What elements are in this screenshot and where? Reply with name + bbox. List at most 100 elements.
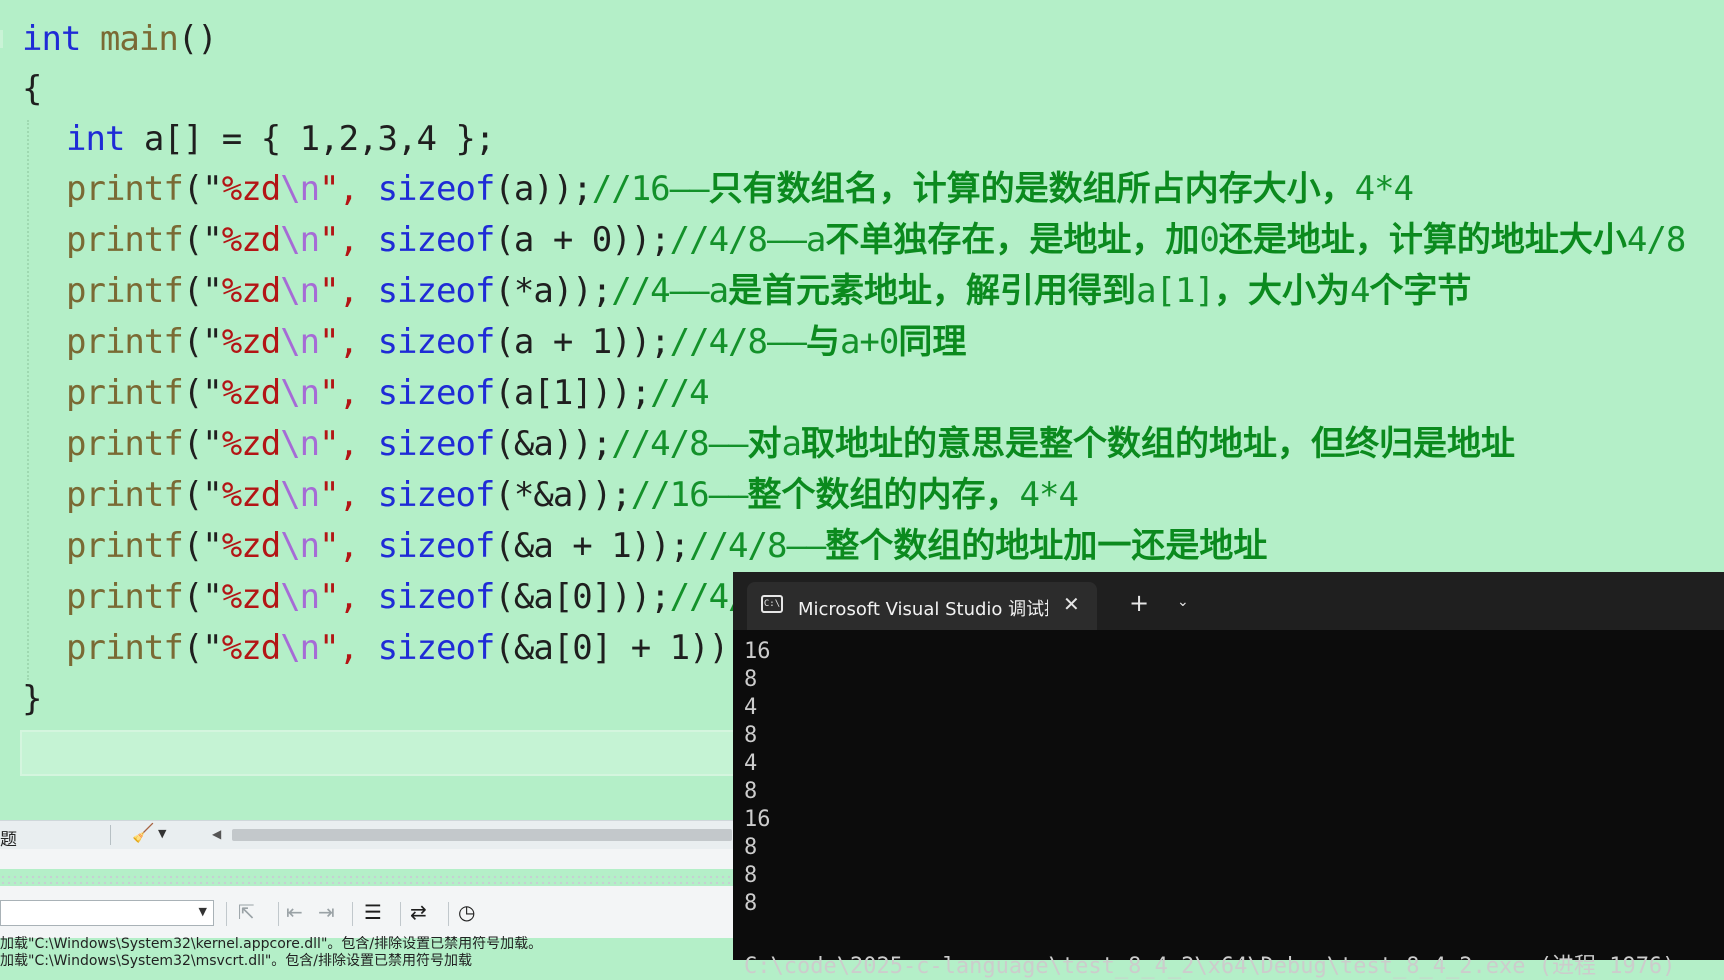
keyword: sizeof — [377, 220, 496, 260]
argument: (&a[0])); — [494, 577, 670, 617]
chevron-down-icon[interactable]: ⌄ — [1177, 594, 1189, 610]
escape-sequence: \n — [280, 526, 320, 566]
function-name: printf — [66, 424, 184, 464]
comment: 4/8 — [1626, 220, 1686, 260]
toggle-word-wrap-icon[interactable]: ⇄ — [410, 900, 427, 924]
comment-text: 同理 — [898, 322, 967, 362]
code-line-2: { — [22, 69, 43, 109]
panel-gap — [0, 849, 740, 869]
timestamp-icon[interactable]: ◷ — [458, 900, 475, 924]
comment-text: 不单独存在，是地址，加 — [825, 220, 1200, 260]
punctuation: (" — [182, 424, 223, 464]
console-output-line: 8 — [744, 863, 758, 888]
console-output-line: 8 — [744, 835, 758, 860]
find-message-icon[interactable]: ⇱ — [238, 900, 255, 924]
code-cleanup-icon[interactable]: 🧹 — [132, 823, 154, 844]
output-toolbar: ▼ ⇱ ⇤ ⇥ ☰ ⇄ ◷ — [0, 886, 740, 938]
string-close: ", — [319, 373, 378, 413]
console-output-line: 8 — [744, 779, 758, 804]
string-close: ", — [319, 424, 378, 464]
escape-sequence: \n — [280, 220, 320, 260]
console-output-line: 8 — [744, 891, 758, 916]
function-name: printf — [66, 271, 184, 311]
keyword: sizeof — [377, 373, 496, 413]
function-name: printf — [66, 475, 184, 515]
comment-text: ，大小为 — [1213, 271, 1350, 311]
comment: a[1] — [1136, 271, 1215, 311]
comment: //16—— — [630, 475, 749, 515]
divider — [110, 825, 111, 845]
format-string: %zd — [221, 577, 281, 617]
code-line-end: } — [22, 679, 43, 719]
collapse-marker[interactable] — [0, 30, 3, 48]
keyword: int — [66, 119, 125, 159]
code-line-3: int a[] = { 1,2,3,4 }; — [22, 114, 495, 164]
printf-line: printf("%zd\n", sizeof(*a));//4——a是首元素地址… — [22, 266, 1471, 316]
printf-line: printf("%zd\n", sizeof(&a));//4/8——对a取地址… — [22, 419, 1515, 469]
keyword: sizeof — [377, 169, 496, 209]
comment-text: 个字节 — [1369, 271, 1472, 311]
array-declaration: a[] = { 1,2,3,4 }; — [124, 119, 495, 159]
editor-status-strip: 题 🧹 ▼ ◀ — [0, 820, 740, 850]
printf-line: printf("%zd\n", sizeof(a + 1));//4/8——与a… — [22, 317, 966, 367]
code-line-1: int main() — [22, 14, 218, 64]
comment: //4/8—— — [689, 526, 826, 566]
panel-grip[interactable] — [0, 874, 740, 884]
format-string: %zd — [221, 169, 281, 209]
comment-text: 是首元素地址，解引用得到 — [728, 271, 1137, 311]
comment-text: 对 — [747, 424, 782, 464]
console-output-line: 4 — [744, 695, 758, 720]
new-tab-icon[interactable]: + — [1129, 591, 1149, 615]
console-tab[interactable]: C:\ Microsoft Visual Studio 调试控 ✕ — [747, 582, 1097, 630]
punctuation: (" — [182, 220, 223, 260]
argument: (a + 1)); — [494, 322, 670, 362]
punctuation: (" — [182, 322, 223, 362]
comment-text: 只有数组名，计算的是数组所占内存大小， — [708, 169, 1355, 209]
escape-sequence: \n — [280, 373, 320, 413]
punctuation: (" — [182, 577, 223, 617]
comment: //4/8—— — [611, 424, 748, 464]
string-close: ", — [319, 475, 378, 515]
comment: //4 — [650, 373, 709, 413]
function-name: main — [99, 19, 179, 59]
printf-line: printf("%zd\n", sizeof(a[1]));//4 — [22, 368, 710, 418]
string-close: ", — [319, 271, 378, 311]
terminal-icon: C:\ — [761, 595, 783, 613]
output-source-select[interactable]: ▼ — [0, 900, 214, 926]
divider — [226, 902, 227, 926]
console-output-line: 4 — [744, 751, 758, 776]
scroll-left-icon[interactable]: ◀ — [212, 827, 221, 841]
format-string: %zd — [221, 373, 281, 413]
escape-sequence: \n — [280, 475, 320, 515]
printf-line: printf("%zd\n", sizeof(*&a));//16——整个数组的… — [22, 470, 1079, 520]
current-line-highlight[interactable] — [20, 730, 740, 776]
string-close: ", — [319, 526, 378, 566]
format-string: %zd — [221, 271, 281, 311]
horizontal-scrollbar[interactable] — [232, 829, 732, 841]
punctuation: (" — [182, 628, 223, 668]
next-message-icon[interactable]: ⇥ — [318, 900, 335, 924]
keyword: sizeof — [377, 322, 496, 362]
comment: 4*4 — [1354, 169, 1414, 209]
argument: (a[1])); — [494, 373, 651, 413]
comment: //4/8——a — [669, 220, 827, 260]
console-titlebar[interactable]: C:\ Microsoft Visual Studio 调试控 ✕ + ⌄ — [733, 572, 1724, 630]
argument: (&a[0] + 1)); — [494, 628, 748, 668]
close-icon[interactable]: ✕ — [1063, 592, 1080, 616]
comment-text: 整个数组的内存， — [747, 475, 1020, 515]
chevron-down-icon[interactable]: ▼ — [199, 905, 207, 918]
argument: (*a)); — [494, 271, 612, 311]
function-name: printf — [66, 169, 184, 209]
chevron-down-icon[interactable]: ▼ — [158, 827, 166, 840]
format-string: %zd — [221, 475, 281, 515]
escape-sequence: \n — [280, 322, 320, 362]
escape-sequence: \n — [280, 628, 320, 668]
function-name: printf — [66, 628, 184, 668]
string-close: ", — [319, 628, 378, 668]
previous-message-icon[interactable]: ⇤ — [286, 900, 303, 924]
debug-console-window[interactable]: C:\ Microsoft Visual Studio 调试控 ✕ + ⌄ 16… — [733, 572, 1724, 979]
divider — [448, 902, 449, 926]
function-name: printf — [66, 577, 184, 617]
printf-line: printf("%zd\n", sizeof(&a + 1));//4/8——整… — [22, 521, 1267, 571]
clear-all-icon[interactable]: ☰ — [364, 900, 382, 924]
